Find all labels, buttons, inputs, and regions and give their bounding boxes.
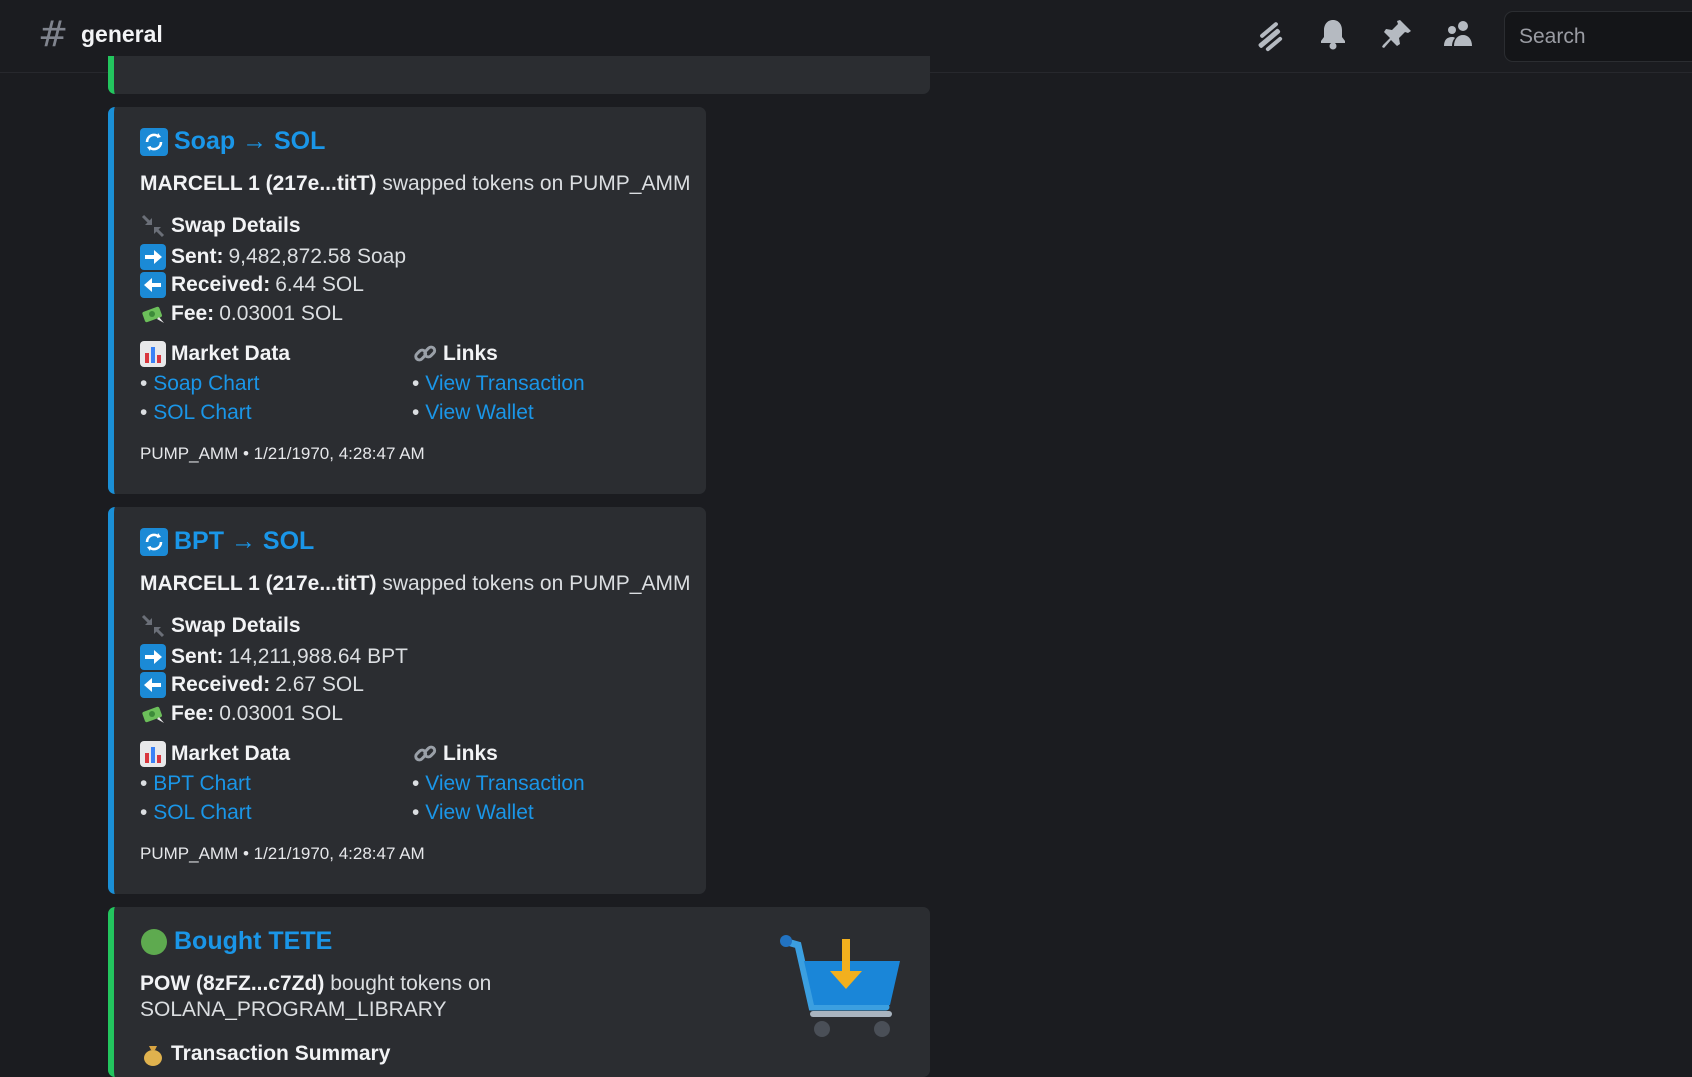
sent-line: Sent: 14,211,988.64 BPT [140,644,408,670]
embed-description: MARCELL 1 (217e...titT) swapped tokens o… [140,571,690,597]
transaction-summary-heading: Transaction Summary [140,1041,390,1067]
fee-label: Fee: [171,702,215,725]
pin-icon[interactable] [1379,16,1415,52]
embed-title-link[interactable]: BPT → SOL [140,527,314,556]
sent-value: 14,211,988.64 BPT [228,645,408,668]
link-icon [412,341,438,367]
previous-embed [108,56,930,94]
swap-arrows-icon [140,527,168,556]
money-wings-icon [140,701,166,727]
search-input[interactable] [1517,24,1691,50]
view-wallet-link[interactable]: View Wallet [425,401,534,424]
received-label: Received: [171,673,271,696]
sent-line: Sent: 9,482,872.58 Soap [140,244,406,270]
shopping-cart-icon [780,935,904,1041]
market-link-item: • SOL Chart [140,401,252,424]
bar-chart-icon [140,341,166,367]
embed-title-link[interactable]: Bought TETE [140,927,332,956]
program-name: SOLANA_PROGRAM_LIBRARY [140,998,447,1021]
received-label: Received: [171,273,271,296]
fee-value: 0.03001 SOL [219,702,343,725]
links-heading: Links [412,341,498,367]
received-value: 6.44 SOL [275,273,364,296]
money-wings-icon [140,301,166,327]
bar-chart-icon [140,741,166,767]
arrow-right-icon [140,244,166,270]
sent-value: 9,482,872.58 Soap [228,245,407,268]
swap-details-title: Swap Details [171,214,301,237]
view-transaction-link[interactable]: View Transaction [425,772,585,795]
sol-chart-link[interactable]: SOL Chart [153,401,251,424]
actor-name: POW (8zFZ...c7Zd) [140,972,325,995]
market-link-item: • Soap Chart [140,372,260,395]
soap-chart-link[interactable]: Soap Chart [153,372,259,395]
market-link-item: • SOL Chart [140,801,252,824]
links-title: Links [443,742,498,765]
swap-embed: BPT → SOL MARCELL 1 (217e...titT) swappe… [108,507,706,894]
swap-arrows-icon [140,127,168,156]
action-text: swapped tokens on PUMP_AMM [382,172,691,195]
transaction-summary-title: Transaction Summary [171,1042,391,1065]
market-link-item: • BPT Chart [140,772,251,795]
sent-label: Sent: [171,245,224,268]
swap-details-heading: Swap Details [140,613,301,639]
link-icon [412,741,438,767]
threads-icon[interactable] [1252,16,1288,52]
link-item: • View Transaction [412,372,585,395]
fee-line: Fee: 0.03001 SOL [140,301,343,327]
bell-icon[interactable] [1315,16,1351,52]
market-data-heading: Market Data [140,741,290,767]
swap-details-heading: Swap Details [140,213,301,239]
compress-icon [140,213,166,239]
compress-icon [140,613,166,639]
swap-details-title: Swap Details [171,614,301,637]
members-icon[interactable] [1441,16,1477,52]
fee-line: Fee: 0.03001 SOL [140,701,343,727]
fee-value: 0.03001 SOL [219,302,343,325]
market-data-title: Market Data [171,342,291,365]
embed-footer: PUMP_AMM • 1/21/1970, 4:28:47 AM [140,444,425,463]
link-item: • View Wallet [412,801,534,824]
market-data-heading: Market Data [140,341,290,367]
embed-title: BPT → SOL [174,527,315,555]
embed-description: POW (8zFZ...c7Zd) bought tokens on SOLAN… [140,971,660,1023]
arrow-left-icon [140,672,166,698]
link-item: • View Transaction [412,772,585,795]
embed-title: Bought TETE [174,927,333,955]
search-box[interactable] [1504,11,1692,62]
actor-name: MARCELL 1 (217e...titT) [140,572,377,595]
action-text: swapped tokens on PUMP_AMM [382,572,691,595]
links-title: Links [443,342,498,365]
embed-footer: PUMP_AMM • 1/21/1970, 4:28:47 AM [140,844,425,863]
buy-embed: Bought TETE POW (8zFZ...c7Zd) bought tok… [108,907,930,1077]
view-transaction-link[interactable]: View Transaction [425,372,585,395]
links-heading: Links [412,741,498,767]
green-circle-icon [140,928,168,956]
actor-name: MARCELL 1 (217e...titT) [140,172,377,195]
fee-label: Fee: [171,302,215,325]
channel-hash-icon: # [38,14,69,55]
arrow-left-icon [140,272,166,298]
embed-title-link[interactable]: Soap → SOL [140,127,325,156]
channel-name: general [81,21,163,47]
sent-label: Sent: [171,645,224,668]
bpt-chart-link[interactable]: BPT Chart [153,772,251,795]
received-line: Received: 2.67 SOL [140,672,364,698]
arrow-right-icon [140,644,166,670]
sol-chart-link[interactable]: SOL Chart [153,801,251,824]
embed-description: MARCELL 1 (217e...titT) swapped tokens o… [140,171,690,197]
action-text: bought tokens on [330,972,492,995]
received-line: Received: 6.44 SOL [140,272,364,298]
view-wallet-link[interactable]: View Wallet [425,801,534,824]
link-item: • View Wallet [412,401,534,424]
embed-title: Soap → SOL [174,127,326,155]
money-bag-icon [140,1041,166,1067]
received-value: 2.67 SOL [275,673,364,696]
swap-embed: Soap → SOL MARCELL 1 (217e...titT) swapp… [108,107,706,494]
market-data-title: Market Data [171,742,291,765]
